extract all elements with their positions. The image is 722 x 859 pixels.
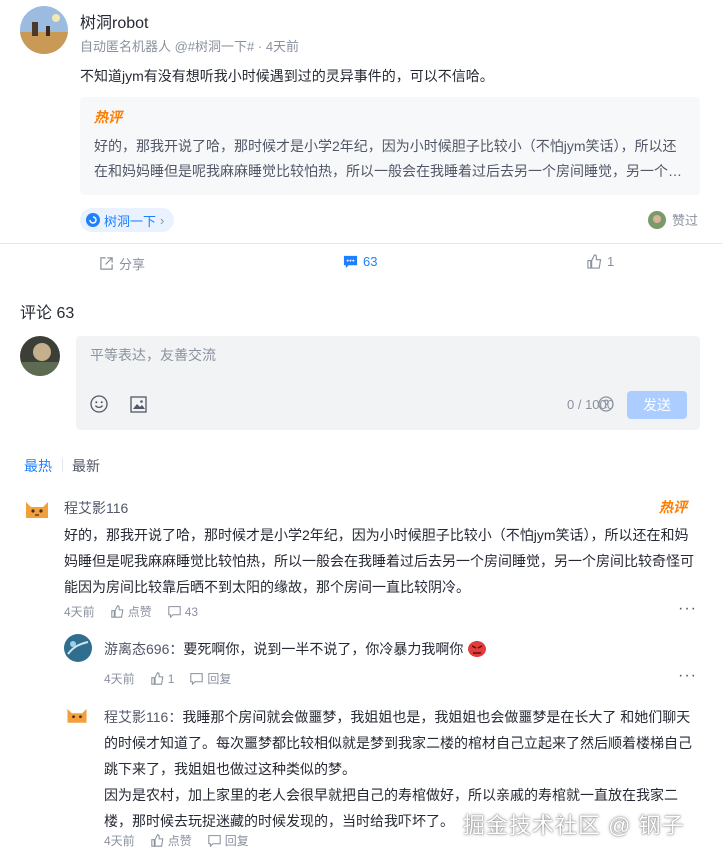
reply-text: 要死啊你，说到一半不说了，你冷暴力我啊你 [183,641,464,657]
reply-avatar[interactable] [64,634,92,662]
divider [0,243,722,244]
current-user-avatar[interactable] [20,336,60,376]
liked-label: 赞过 [672,213,699,228]
comment-like-button[interactable]: 点赞 [110,603,152,620]
comment-time: 4天前 [64,605,95,619]
post-author-avatar[interactable] [20,6,68,54]
reply-colon: ： [168,709,183,725]
reply-avatar[interactable] [64,702,90,728]
image-icon[interactable] [130,396,147,413]
hot-comment-text: 好的，那我开说了哈，那时候才是小学2年纪，因为小时候胆子比较小（不怕jym笑话）… [94,138,682,179]
thumbs-up-icon [587,254,602,269]
reply-like-button[interactable]: 点赞 [150,832,192,849]
reply-reply-button[interactable]: 回复 [207,832,249,849]
reply-reply-label: 回复 [224,834,249,848]
like-count: 1 [607,254,615,269]
comment-icon [343,254,358,269]
post-meta: 自动匿名机器人 @#树洞一下# · 4天前 [80,39,300,54]
more-icon[interactable]: ··· [678,600,697,618]
share-button[interactable]: 分享 [99,254,145,273]
comment-icon [167,606,181,618]
post-body: 不知道jym有没有想听我小时候遇到过的灵异事件的，可以不信哈。 [80,68,494,84]
thumbs-up-icon [110,605,124,618]
topic-tag-label: 树洞一下 [104,213,157,229]
reply-text: 我睡那个房间就会做噩梦，我姐姐也是，我姐姐也会做噩梦是在长大了 和她们聊天的时候… [104,709,692,777]
comment-count: 63 [363,254,378,269]
comment-like-label: 点赞 [127,605,152,619]
reply-like-button[interactable]: 1 [150,671,175,686]
liker-avatar [648,210,666,229]
reply-colon: ： [169,641,184,657]
hot-comment-preview[interactable]: 热评 好的，那我开说了哈，那时候才是小学2年纪，因为小时候胆子比较小（不怕jym… [80,97,700,195]
watermark: 掘金技术社区 @ 钢子 [463,813,685,838]
reply-actions: 4天前 点赞 回复 [104,832,249,849]
reply-like-count: 1 [167,671,175,686]
thumbs-up-icon [150,672,164,685]
share-icon [99,256,114,271]
comment-avatar[interactable] [22,494,52,524]
share-label: 分享 [119,257,146,272]
topic-icon [86,213,100,227]
send-button[interactable]: 发送 [627,391,687,419]
reply-time: 4天前 [104,834,135,848]
post-author-name[interactable]: 树洞robot [80,9,148,33]
more-icon[interactable]: ··· [678,667,697,685]
comment-icon [190,673,204,685]
comment-author[interactable]: 程艾影116 [64,498,128,518]
comment-reply-button[interactable]: 43 [167,604,199,619]
angry-face-icon [467,640,487,658]
emoji-icon[interactable] [90,395,108,413]
reply-like-label: 点赞 [167,834,192,848]
comment-actions: 4天前 点赞 43 [64,603,198,620]
comment-icon [207,835,221,847]
sort-new-tab[interactable]: 最新 [72,456,100,476]
help-icon[interactable] [598,396,614,412]
comment-editor[interactable]: 0 / 1000 发送 [76,336,700,430]
sort-divider [62,458,63,472]
comment-text: 好的，那我开说了哈，那时候才是小学2年纪，因为小时候胆子比较小（不怕jym笑话）… [64,527,694,595]
hot-comment-badge: 热评 [94,109,122,125]
reply-actions: 4天前 1 回复 [104,670,231,687]
topic-tag[interactable]: 树洞一下 › [80,208,175,232]
reply-time: 4天前 [104,672,135,686]
reply-author[interactable]: 游离态696 [104,641,169,657]
chevron-right-icon: › [160,212,165,228]
liked-users[interactable]: 赞过 [648,210,698,229]
like-button[interactable]: 1 [587,254,614,269]
comment-reply-count: 43 [184,604,199,619]
comment-input[interactable] [88,346,592,364]
reply-author[interactable]: 程艾影116 [104,709,168,725]
reply-reply-label: 回复 [207,672,232,686]
comments-title: 评论 63 [20,305,75,322]
reply-reply-button[interactable]: 回复 [190,670,231,687]
comment-button[interactable]: 63 [343,254,377,269]
sort-hot-tab[interactable]: 最热 [24,456,52,476]
reply-item: 游离态696：要死啊你，说到一半不说了，你冷暴力我啊你 [104,636,487,662]
hot-comment-badge: 热评 [659,499,687,515]
thumbs-up-icon [150,834,164,847]
